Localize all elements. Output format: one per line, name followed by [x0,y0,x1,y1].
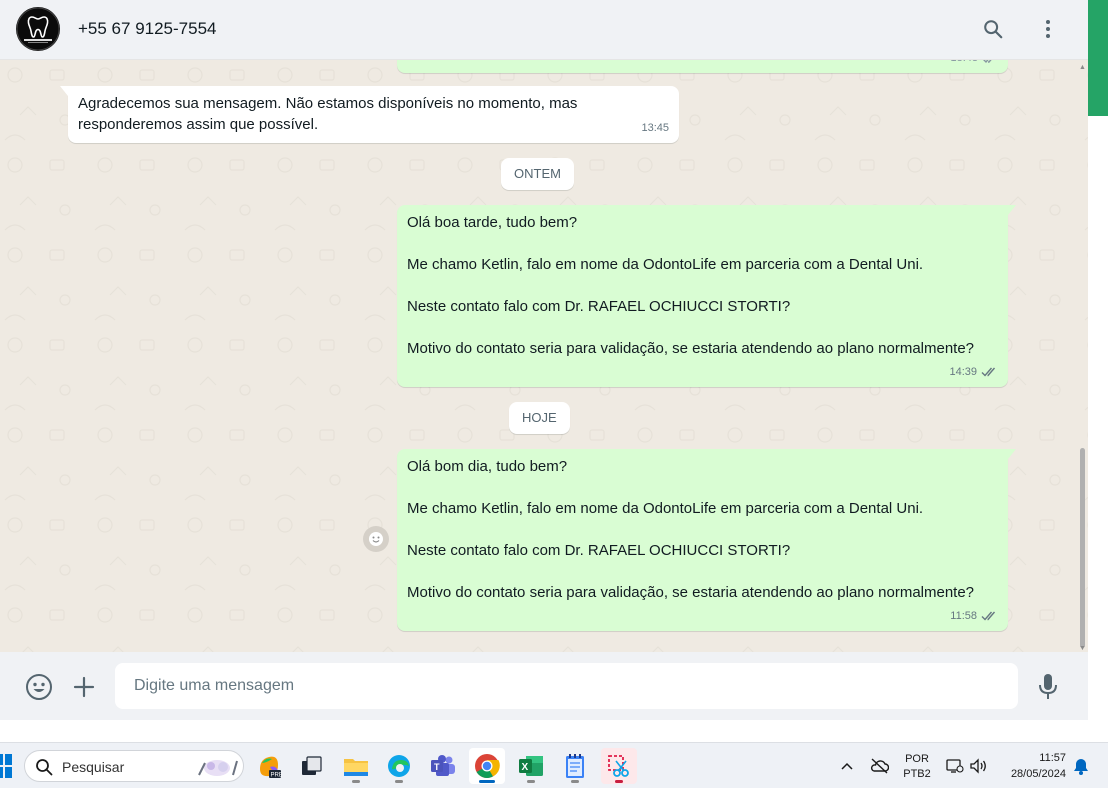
double-check-icon [981,611,996,621]
message-time: 13:45 [641,122,669,134]
chat-scrollbar[interactable]: ▲ ▼ [1078,64,1086,652]
message-text-line: Neste contato falo com Dr. RAFAEL OCHIUC… [407,298,791,315]
conversation-panel: 13:43 Agradecemos sua mensagem. Não esta… [0,60,1088,652]
plus-icon[interactable] [69,672,99,702]
taskbar-search[interactable]: Pesquisar [24,750,244,782]
scroll-down-arrow-icon[interactable]: ▼ [1079,645,1086,652]
snipping-tool-icon[interactable] [601,748,637,784]
message-text-line: Agradecemos sua mensagem. Não estamos di… [78,95,578,112]
message-meta: 13:43 [950,60,998,69]
message-bubble-outgoing[interactable]: Olá boa tarde, tudo bem? Me chamo Ketlin… [397,205,1016,387]
taskbar-search-label: Pesquisar [62,759,125,775]
svg-text:X: X [522,762,529,773]
message-meta: 13:45 [641,118,669,139]
notepad-icon[interactable] [557,748,593,784]
message-text-line: responderemos assim que possível. [78,116,319,133]
notification-bell-icon[interactable] [1071,757,1091,775]
window-accent-strip [1088,0,1108,116]
chrome-icon[interactable] [469,748,505,784]
search-icon[interactable] [979,15,1007,43]
bubble-tail [60,86,68,96]
chevron-up-icon[interactable] [837,757,857,775]
message-bubble-outgoing-previous[interactable]: 13:43 [397,60,1008,73]
edge-browser-icon[interactable] [381,748,417,784]
copilot-app-icon[interactable]: PRE [251,748,287,784]
message-meta: 11:58 [950,606,998,627]
contact-name[interactable]: +55 67 9125-7554 [78,19,217,39]
language-indicator-bottom[interactable]: PTB2 [900,768,934,780]
bubble-tail [1008,205,1016,215]
double-check-icon [981,367,996,377]
message-text-line: Olá boa tarde, tudo bem? [407,214,578,231]
dental-logo-icon [16,7,60,51]
file-explorer-icon[interactable] [338,748,374,784]
reaction-button[interactable] [363,526,389,552]
task-view-icon[interactable] [294,748,330,784]
message-time: 14:39 [949,366,977,378]
clock-date[interactable]: 28/05/2024 [996,768,1066,780]
contact-avatar[interactable] [16,7,60,51]
bubble-tail [1008,449,1016,459]
message-bubble-incoming[interactable]: Agradecemos sua mensagem. Não estamos di… [60,86,679,143]
svg-text:PRE: PRE [271,773,283,779]
double-check-icon [983,60,992,63]
svg-text:T: T [434,762,440,772]
emoji-icon[interactable] [24,672,54,702]
search-icon [36,759,53,776]
message-text-line: Me chamo Ketlin, falo em nome da OdontoL… [407,500,924,517]
clock-time[interactable]: 11:57 [996,752,1066,764]
teams-icon[interactable]: T [425,748,461,784]
volume-icon[interactable] [968,757,988,775]
search-highlight-icon [198,760,238,776]
message-meta: 14:39 [949,362,998,383]
windows-start-icon[interactable] [0,754,12,778]
microphone-icon[interactable] [1033,672,1063,702]
excel-icon[interactable]: X [513,748,549,784]
message-composer [0,652,1088,720]
cloud-offline-icon[interactable] [869,757,889,775]
windows-taskbar: Pesquisar PRE T X POR PTB2 11:57 28/05/2… [0,742,1108,788]
window-bottom-gap [0,720,1108,742]
message-time: 11:58 [950,610,977,622]
network-icon[interactable] [945,757,965,775]
language-indicator-top[interactable]: POR [900,753,934,765]
message-text-line: Neste contato falo com Dr. RAFAEL OCHIUC… [407,542,791,559]
message-input[interactable] [115,663,1018,709]
smiley-icon [369,532,383,546]
message-text-line: Me chamo Ketlin, falo em nome da OdontoL… [407,256,924,273]
window-edge [1088,116,1108,720]
scroll-thumb[interactable] [1080,448,1085,648]
message-bubble-outgoing[interactable]: Olá bom dia, tudo bem? Me chamo Ketlin, … [397,449,1016,631]
message-text-line: Motivo do contato seria para validação, … [407,584,975,601]
chat-header: +55 67 9125-7554 [0,0,1088,60]
message-text-line: Motivo do contato seria para validação, … [407,340,975,357]
day-divider-chip: HOJE [509,402,570,434]
kebab-menu-icon[interactable] [1034,15,1062,43]
day-divider-chip: ONTEM [501,158,574,190]
message-text-line: Olá bom dia, tudo bem? [407,458,568,475]
scroll-up-arrow-icon[interactable]: ▲ [1079,64,1086,71]
